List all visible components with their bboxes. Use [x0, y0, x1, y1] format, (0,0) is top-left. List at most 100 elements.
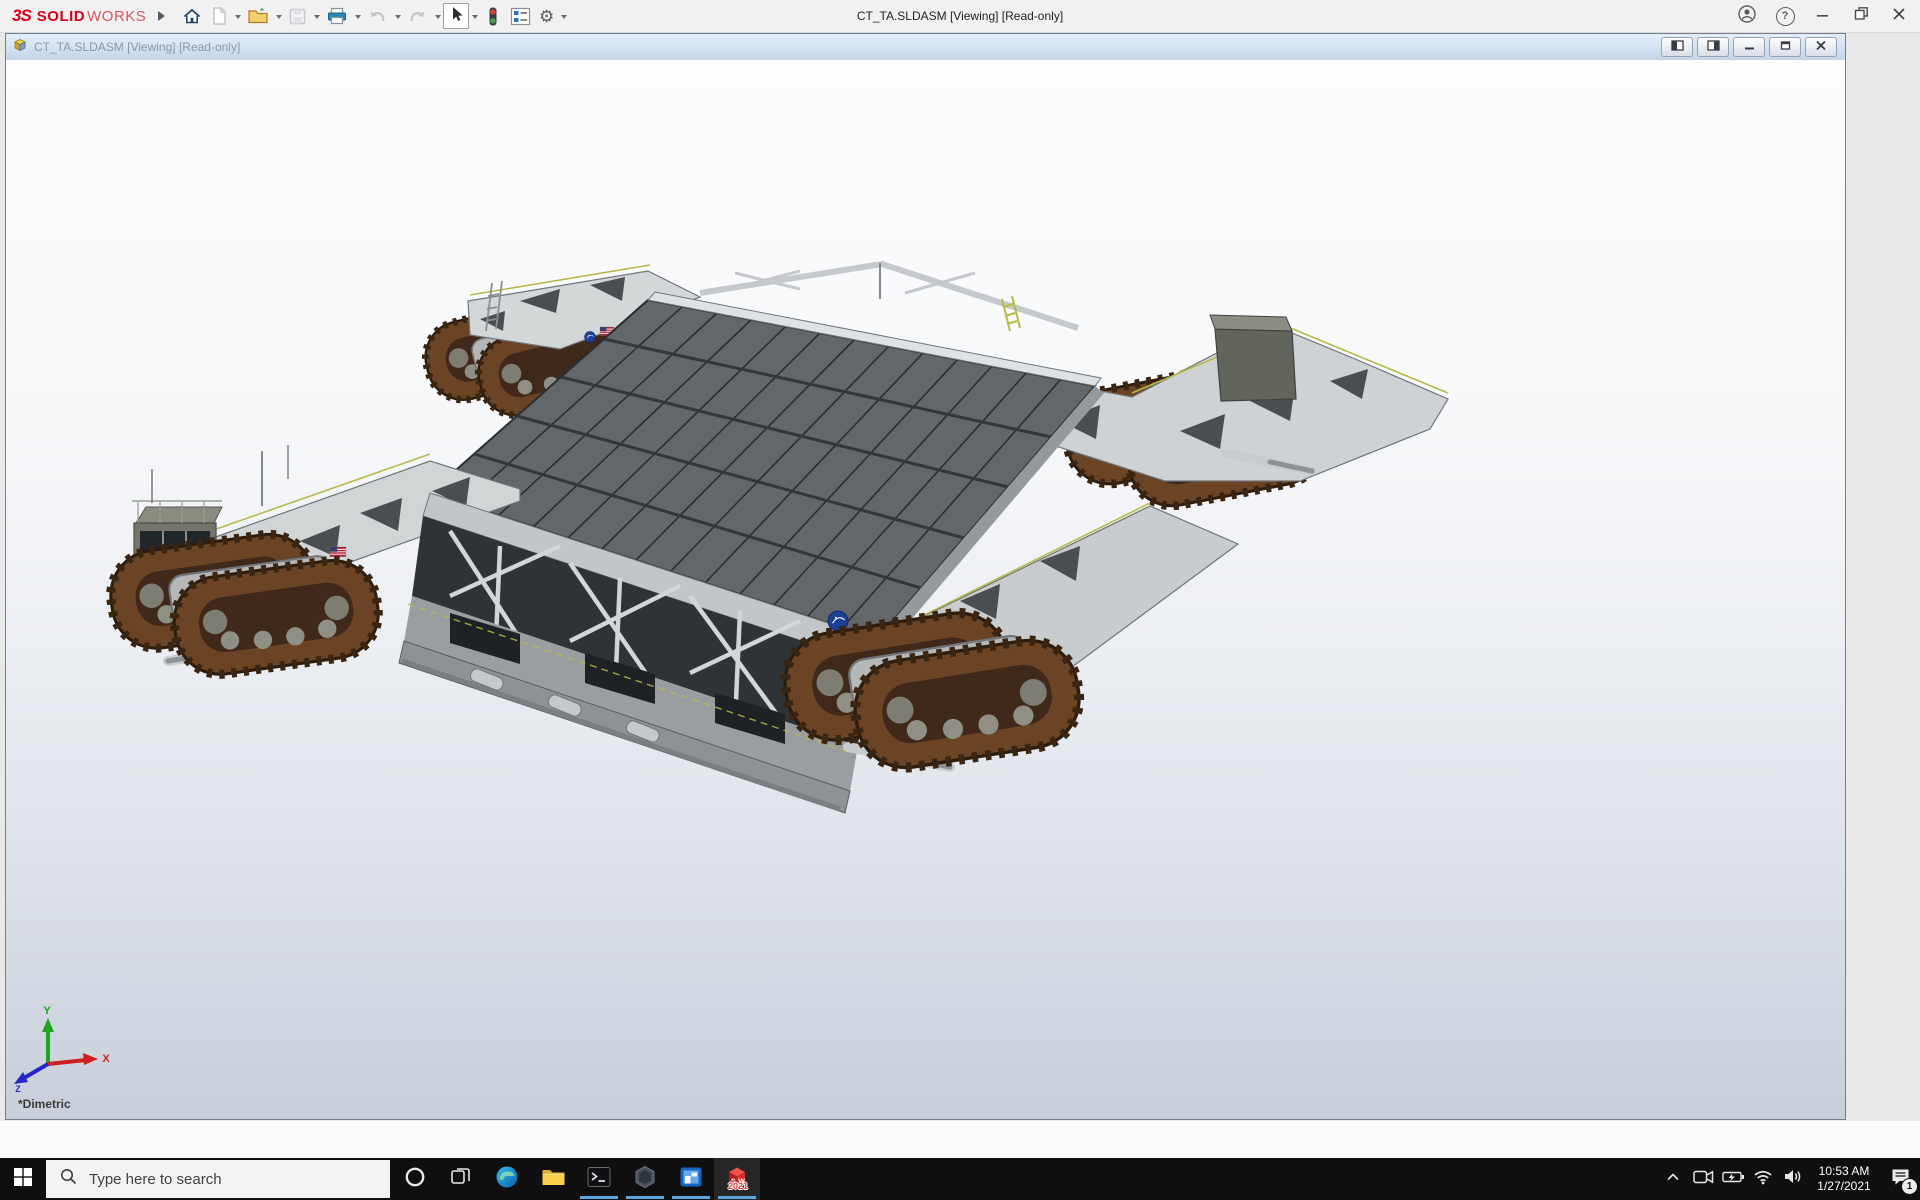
system-tray: 10:53 AM 1/27/2021 1: [1658, 1158, 1920, 1200]
hidden-icons-button[interactable]: [1658, 1158, 1688, 1200]
cortana-icon: [404, 1166, 426, 1193]
settings-button[interactable]: ⚙: [536, 3, 557, 29]
doc-minimize-button[interactable]: [1733, 37, 1765, 57]
select-tool-button[interactable]: [443, 3, 469, 29]
document-window: CT_TA.SLDASM [Viewing] [Read-only]: [5, 33, 1846, 1120]
undo-button[interactable]: [364, 3, 391, 29]
doc-pane-right-button[interactable]: [1697, 37, 1729, 57]
file-explorer-icon: [541, 1166, 566, 1193]
save-dropdown[interactable]: [314, 15, 320, 22]
taskbar-search[interactable]: [46, 1160, 390, 1198]
print-dropdown[interactable]: [355, 15, 361, 22]
display-pane-button[interactable]: [507, 3, 534, 29]
assembly-icon: [12, 37, 28, 58]
doc-close-button[interactable]: [1805, 37, 1837, 57]
meet-now-button[interactable]: [1688, 1158, 1718, 1200]
command-prompt-icon: [587, 1166, 611, 1193]
settings-dropdown[interactable]: [561, 15, 567, 22]
triad-z-label: Z: [15, 1084, 21, 1094]
redo-dropdown[interactable]: [435, 15, 441, 22]
close-button[interactable]: [1888, 5, 1910, 27]
triad-x-label: X: [102, 1053, 110, 1065]
battery-button[interactable]: [1718, 1158, 1748, 1200]
account-button[interactable]: [1736, 5, 1758, 27]
desktop-strip: [0, 1121, 1920, 1158]
minimize-icon: [1816, 7, 1830, 26]
menu-flyout-arrow-icon[interactable]: [158, 11, 170, 21]
new-document-button[interactable]: [207, 3, 231, 29]
cortana-button[interactable]: [392, 1158, 438, 1200]
solidworks-taskbar-button[interactable]: SW2021: [714, 1158, 760, 1200]
help-button[interactable]: ?: [1774, 5, 1796, 27]
model-3d: Y X Z: [6, 60, 1845, 1119]
undo-icon: [367, 7, 388, 26]
home-button[interactable]: [179, 3, 205, 29]
triad-y-label: Y: [43, 1005, 51, 1017]
select-cursor-icon: [446, 4, 466, 29]
open-folder-icon: [247, 6, 269, 26]
new-document-dropdown[interactable]: [235, 15, 241, 22]
document-titlebar[interactable]: CT_TA.SLDASM [Viewing] [Read-only]: [6, 34, 1845, 61]
gear-icon: ⚙: [539, 8, 554, 25]
redo-icon: [407, 7, 428, 26]
help-icon: ?: [1776, 7, 1795, 26]
display-pane-icon: [510, 7, 531, 26]
save-button[interactable]: [285, 3, 310, 29]
logo-works: WORKS: [87, 8, 146, 25]
hexagon-app-button[interactable]: [622, 1158, 668, 1200]
new-document-icon: [210, 6, 228, 26]
clock-time: 10:53 AM: [1808, 1164, 1880, 1179]
app-titlebar: 3S SOLID WORKS ⚙ CT_TA.SLDASM [Viewing] …: [0, 0, 1920, 33]
resource-monitor-button[interactable]: [481, 3, 505, 29]
doc-close-icon: [1815, 38, 1827, 56]
file-explorer-button[interactable]: [530, 1158, 576, 1200]
doc-pane-left-button[interactable]: [1661, 37, 1693, 57]
edge-button[interactable]: [484, 1158, 530, 1200]
wifi-button[interactable]: [1748, 1158, 1778, 1200]
task-view-icon: [450, 1166, 472, 1193]
windows-start-icon: [14, 1168, 32, 1191]
edge-icon: [495, 1165, 519, 1194]
window-app-icon: [679, 1166, 703, 1193]
traffic-light-icon: [484, 6, 502, 27]
redo-button[interactable]: [404, 3, 431, 29]
search-input[interactable]: [87, 1170, 341, 1189]
open-dropdown[interactable]: [276, 15, 282, 22]
document-window-controls: [1661, 37, 1837, 57]
view-orientation-label: *Dimetric: [18, 1097, 71, 1111]
doc-restore-button[interactable]: [1769, 37, 1801, 57]
solidworks-logo: 3S SOLID WORKS: [12, 0, 170, 32]
solidworks-year-badge: 2021: [728, 1181, 748, 1191]
graphics-viewport[interactable]: Y X Z *Dimetric: [6, 60, 1845, 1119]
3ds-logo-mark: 3S: [12, 6, 31, 26]
volume-button[interactable]: [1778, 1158, 1808, 1200]
restore-button[interactable]: [1850, 5, 1872, 27]
clock-date: 1/27/2021: [1808, 1179, 1880, 1194]
solidworks-icon: SW2021: [724, 1164, 750, 1195]
open-button[interactable]: [244, 3, 272, 29]
doc-restore-icon: [1779, 38, 1792, 56]
window-app-button[interactable]: [668, 1158, 714, 1200]
command-prompt-button[interactable]: [576, 1158, 622, 1200]
logo-solid: SOLID: [37, 8, 85, 25]
battery-icon: [1722, 1169, 1745, 1190]
undo-dropdown[interactable]: [395, 15, 401, 22]
window-controls: ?: [1736, 0, 1910, 32]
document-title: CT_TA.SLDASM [Viewing] [Read-only]: [34, 40, 240, 54]
select-tool-dropdown[interactable]: [472, 15, 478, 22]
print-button[interactable]: [323, 3, 351, 29]
pane-right-icon: [1707, 38, 1720, 56]
minimize-button[interactable]: [1812, 5, 1834, 27]
task-view-button[interactable]: [438, 1158, 484, 1200]
action-center-button[interactable]: 1: [1880, 1158, 1920, 1200]
close-icon: [1892, 7, 1906, 26]
orientation-triad: Y X Z: [14, 1005, 110, 1094]
pane-left-icon: [1671, 38, 1684, 56]
print-icon: [326, 6, 348, 26]
taskbar: SW2021 10:53 AM 1/27/2021 1: [0, 1158, 1920, 1200]
start-button[interactable]: [0, 1158, 46, 1200]
search-icon: [60, 1168, 77, 1190]
taskbar-clock[interactable]: 10:53 AM 1/27/2021: [1808, 1164, 1880, 1194]
quick-access-toolbar: ⚙: [178, 0, 569, 32]
chevron-up-icon: [1665, 1169, 1681, 1190]
